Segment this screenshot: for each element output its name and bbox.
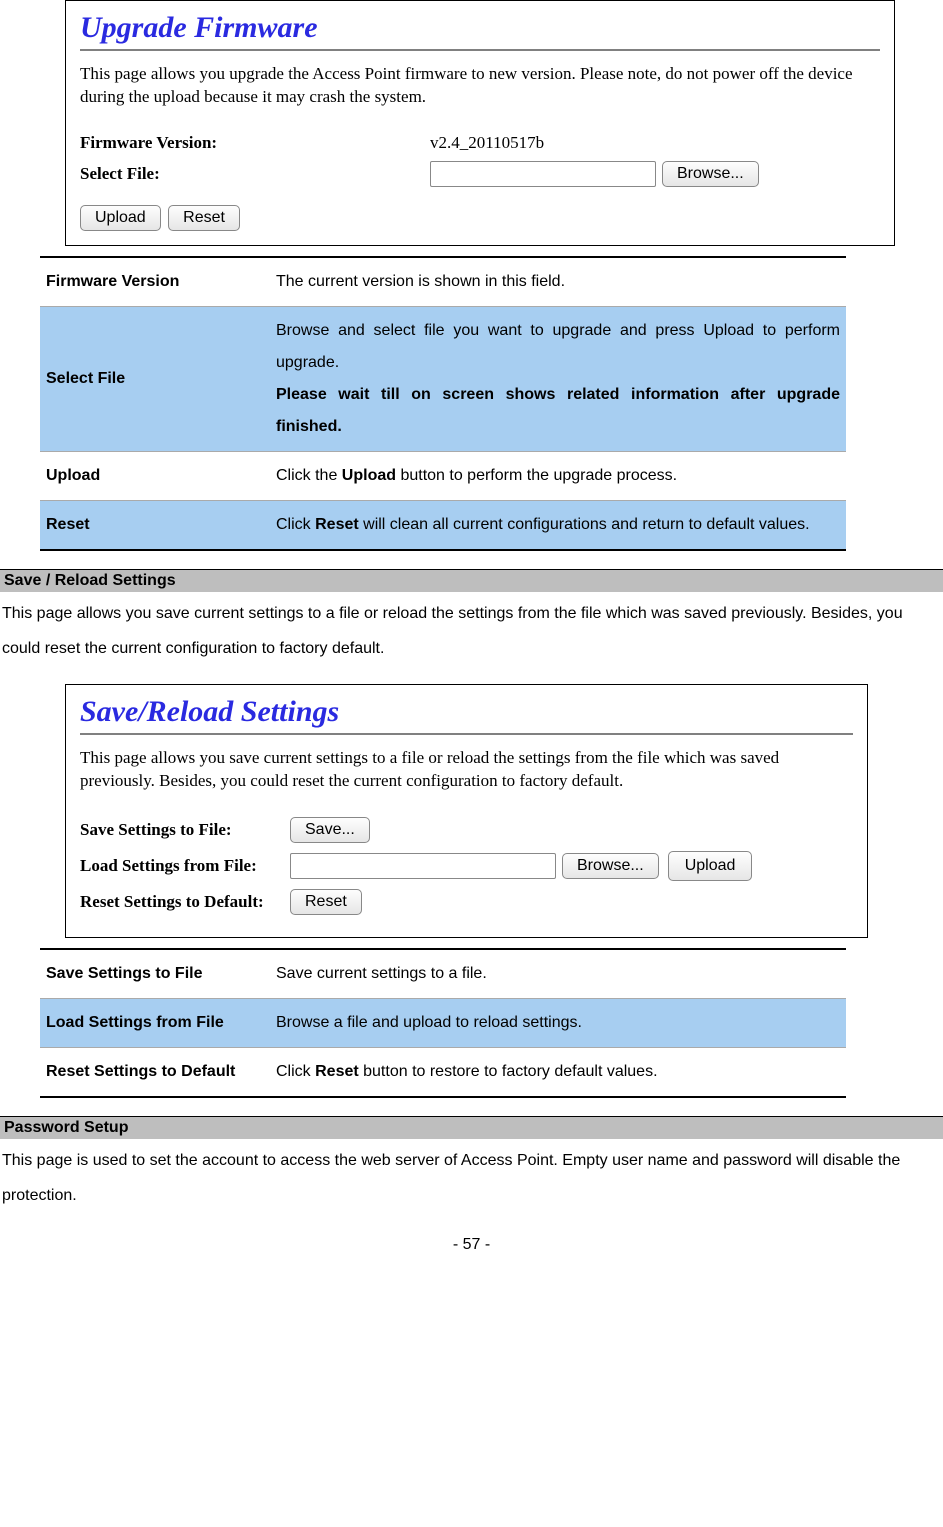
reset-button[interactable]: Reset: [168, 205, 240, 231]
save-reload-text: This page allows you save current settin…: [0, 596, 943, 666]
save-button[interactable]: Save...: [290, 817, 370, 843]
table-row: Reset Settings to Default Click Reset bu…: [40, 1048, 846, 1098]
reset-settings-label: Reset Settings to Default:: [80, 892, 290, 912]
def-desc: Click Reset button to restore to factory…: [270, 1048, 846, 1098]
password-setup-text: This page is used to set the account to …: [0, 1143, 943, 1213]
upgrade-firmware-panel: Upgrade Firmware This page allows you up…: [65, 0, 895, 246]
upgrade-definitions-table: Firmware Version The current version is …: [40, 256, 846, 551]
def-desc: Click the Upload button to perform the u…: [270, 451, 846, 500]
table-row: Reset Click Reset will clean all current…: [40, 500, 846, 550]
save-settings-label: Save Settings to File:: [80, 820, 290, 840]
table-row: Save Settings to File Save current setti…: [40, 949, 846, 999]
password-setup-heading: Password Setup: [0, 1116, 943, 1139]
load-settings-row: Load Settings from File: Browse... Uploa…: [80, 851, 853, 881]
reset-button[interactable]: Reset: [290, 889, 362, 915]
def-desc: Save current settings to a file.: [270, 949, 846, 999]
save-reload-definitions-table: Save Settings to File Save current setti…: [40, 948, 846, 1098]
firmware-version-label: Firmware Version:: [80, 133, 430, 153]
button-row: Upload Reset: [80, 205, 880, 231]
table-row: Load Settings from File Browse a file an…: [40, 999, 846, 1048]
def-label: Load Settings from File: [40, 999, 270, 1048]
panel-description: This page allows you upgrade the Access …: [80, 63, 880, 109]
firmware-version-row: Firmware Version: v2.4_20110517b: [80, 133, 880, 153]
browse-button[interactable]: Browse...: [562, 853, 659, 879]
def-desc: Browse a file and upload to reload setti…: [270, 999, 846, 1048]
select-file-row: Select File: Browse...: [80, 161, 880, 187]
table-row: Firmware Version The current version is …: [40, 257, 846, 307]
page-number: - 57 -: [0, 1236, 943, 1254]
def-label: Reset Settings to Default: [40, 1048, 270, 1098]
reset-settings-row: Reset Settings to Default: Reset: [80, 889, 853, 915]
panel-title: Upgrade Firmware: [80, 11, 880, 51]
panel-title: Save/Reload Settings: [80, 695, 853, 735]
upload-button[interactable]: Upload: [668, 851, 753, 881]
load-settings-input[interactable]: [290, 853, 556, 879]
panel-description: This page allows you save current settin…: [80, 747, 853, 793]
upload-button[interactable]: Upload: [80, 205, 161, 231]
def-label: Select File: [40, 306, 270, 451]
load-settings-label: Load Settings from File:: [80, 856, 290, 876]
save-reload-heading: Save / Reload Settings: [0, 569, 943, 592]
def-label: Upload: [40, 451, 270, 500]
def-label: Save Settings to File: [40, 949, 270, 999]
def-desc: Browse and select file you want to upgra…: [270, 306, 846, 451]
table-row: Upload Click the Upload button to perfor…: [40, 451, 846, 500]
def-label: Firmware Version: [40, 257, 270, 307]
save-reload-panel: Save/Reload Settings This page allows yo…: [65, 684, 868, 938]
select-file-input[interactable]: [430, 161, 656, 187]
browse-button[interactable]: Browse...: [662, 161, 759, 187]
def-desc: The current version is shown in this fie…: [270, 257, 846, 307]
def-desc: Click Reset will clean all current confi…: [270, 500, 846, 550]
save-settings-row: Save Settings to File: Save...: [80, 817, 853, 843]
select-file-label: Select File:: [80, 164, 430, 184]
table-row: Select File Browse and select file you w…: [40, 306, 846, 451]
firmware-version-value: v2.4_20110517b: [430, 133, 544, 153]
def-label: Reset: [40, 500, 270, 550]
